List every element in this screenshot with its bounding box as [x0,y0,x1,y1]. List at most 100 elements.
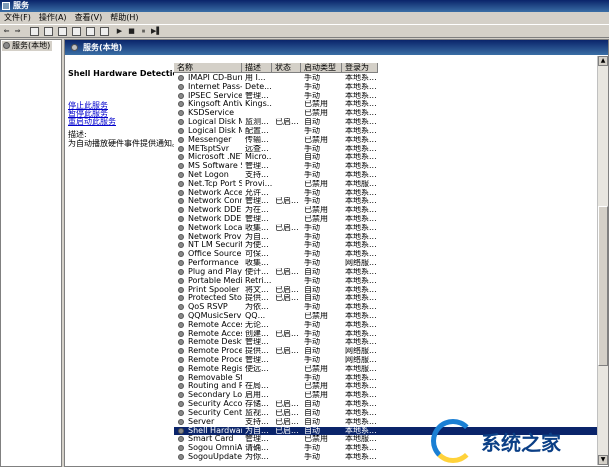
cell-name: Network Provisi... [188,232,242,241]
gear-icon [178,207,184,214]
cell-logon: 本地系... [345,232,377,241]
details-pane: 服务(本地) Shell Hardware Detection 停止此服务 暂停… [64,39,609,467]
service-row[interactable]: Plug and Play 使计... 已启... 自动 本地系... [174,268,608,277]
service-row[interactable]: Routing and Re...在局... 已禁用 本地系... [174,382,608,391]
service-row[interactable]: Performance Lo...收集... 手动 网络服... [174,259,608,268]
vertical-scrollbar[interactable]: ▲ ▼ [597,56,608,465]
cell-name: Network Access ... [188,188,242,197]
help-icon[interactable] [100,27,109,36]
cell-startup: 手动 [304,170,320,179]
service-row[interactable]: Removable Stor... 手动 本地系... [174,374,608,383]
description-text: 为自动播放硬件事件提供通知。 [68,139,180,148]
gear-icon [178,330,184,337]
cell-name: Security Accoun... [188,400,242,409]
service-row[interactable]: Remote Desktop...管理... 手动 本地系... [174,338,608,347]
cell-startup: 自动 [304,267,320,276]
cell-startup: 已禁用 [304,435,328,444]
forward-icon[interactable]: ⇒ [13,27,22,36]
service-row[interactable]: KSDService 已禁用 本地系... [174,109,608,118]
service-row[interactable]: Remote Access ...创建... 已启... 手动 本地系... [174,330,608,339]
service-row[interactable]: QoS RSVP 为依... 手动 本地系... [174,303,608,312]
cell-name: Network DDE DS... [188,215,242,223]
service-row[interactable]: Security Accoun...存储... 已启... 自动 本地系... [174,400,608,409]
tree-item-services-local[interactable]: 服务(本地) [2,41,53,51]
service-row[interactable]: NT LM Security ...为使... 手动 本地系... [174,241,608,250]
service-row[interactable]: Print Spooler 将文... 已启... 自动 本地系... [174,286,608,295]
service-row[interactable]: Secondary Logon启用... 已禁用 本地系... [174,391,608,400]
column-header-logon-as[interactable]: 登录为 [342,63,378,73]
service-rows: IMAPI CD-Burnin...用 I...手动本地系...Internet… [174,74,608,462]
service-row[interactable]: Microsoft .NET F...Micro... 自动 本地系... [174,153,608,162]
restart-service-icon[interactable]: ▶▌ [151,27,162,36]
service-row[interactable]: METsptSvr 远查... 手动 本地系... [174,145,608,154]
service-row[interactable]: Internet Pass-T...Dete... 手动 本地系... [174,83,608,92]
service-row[interactable]: Logical Disk Man...配置... 手动 本地系... [174,127,608,136]
cell-logon: 本地服... [345,179,377,188]
cell-status: 已启... [275,294,299,303]
service-row[interactable]: MS Software Sh...管理... 手动 本地系... [174,162,608,171]
pause-service-icon[interactable]: ⏸ [139,27,148,36]
service-row[interactable]: Kingsoft Antiviru...Kings... 已禁用 本地系... [174,100,608,109]
refresh-icon[interactable] [72,27,81,36]
gear-icon [178,268,184,275]
service-row[interactable]: Net Logon 支持... 手动 本地系... [174,171,608,180]
menu-action[interactable]: 操作(A) [35,12,71,24]
menu-file[interactable]: 文件(F) [0,12,35,24]
start-service-icon[interactable]: ▶ [115,27,124,36]
cell-logon: 本地系... [345,188,377,197]
cell-name: MS Software Sh... [188,162,242,171]
service-row[interactable]: QQMusicServiceQQ... 已禁用 本地系... [174,312,608,321]
service-row[interactable]: Network Access ...允许... 手动 本地系... [174,189,608,198]
cell-desc: 为你... [245,452,269,461]
column-header-startup-type[interactable]: 启动类型 [301,63,342,73]
cell-startup: 手动 [304,241,320,250]
watermark-text: 系统之家 [481,431,561,455]
back-icon[interactable]: ⇐ [2,27,11,36]
menu-help[interactable]: 帮助(H) [106,12,142,24]
service-row[interactable]: Net.Tcp Port Sh...Provi... 已禁用 本地服... [174,180,608,189]
scroll-thumb[interactable] [598,206,608,366]
cell-startup: 已禁用 [304,215,328,223]
service-row[interactable]: Logical Disk Man...监测... 已启... 自动 本地系... [174,118,608,127]
column-header-status[interactable]: 状态 [272,63,301,73]
cell-startup: 已禁用 [304,109,328,118]
service-row[interactable]: Remote Procedu...管理... 手动 网络服... [174,356,608,365]
service-row[interactable]: Network DDE DS...管理... 已禁用 本地系... [174,215,608,224]
service-row[interactable]: Network Locatio...收集... 已启... 手动 本地系... [174,224,608,233]
show-hide-tree-icon[interactable] [44,27,53,36]
service-row[interactable]: Messenger 传输... 已禁用 本地系... [174,136,608,145]
cell-startup: 已禁用 [304,206,328,215]
title-bar: 服务 [0,0,609,12]
export-list-icon[interactable] [86,27,95,36]
cell-name: SogouUpdate [188,452,242,461]
service-row[interactable]: IMAPI CD-Burnin...用 I... 手动 本地系... [174,74,608,83]
cell-name: IPSEC Services [188,91,242,100]
menu-view[interactable]: 查看(V) [71,12,107,24]
service-row[interactable]: Network Provisi...为自... 手动 本地系... [174,233,608,242]
menu-bar: 文件(F) 操作(A) 查看(V) 帮助(H) [0,12,609,24]
service-row[interactable]: Office Source E...可保... 手动 本地系... [174,250,608,259]
service-row[interactable]: Network DDE 为在... 已禁用 本地系... [174,206,608,215]
service-row[interactable]: Remote Access ...无论... 手动 本地系... [174,321,608,330]
service-row[interactable]: Remote Procedu...提供... 已启... 自动 网络服... [174,347,608,356]
service-row[interactable]: Portable Media ...Retri... 手动 本地系... [174,277,608,286]
properties-icon[interactable] [58,27,67,36]
cell-status: 已启... [275,118,299,127]
cell-logon: 本地系... [345,118,377,127]
service-row[interactable]: IPSEC Services 管理... 手动 本地系... [174,92,608,101]
cell-status: 已启... [275,417,299,426]
service-row[interactable]: Network Connec...管理... 已启... 手动 本地系... [174,197,608,206]
cell-name: Print Spooler [188,285,240,294]
up-level-icon[interactable] [30,27,39,36]
cell-startup: 自动 [304,347,320,356]
column-header-name[interactable]: 名称 [174,63,242,73]
column-header-description[interactable]: 描述 [242,63,272,73]
cell-desc: 管理... [245,215,269,223]
cell-desc: 创建... [245,329,269,338]
scroll-up-arrow-icon[interactable]: ▲ [598,56,608,66]
cell-status: 已启... [275,329,299,338]
stop-service-icon[interactable]: ■ [127,27,136,36]
service-row[interactable]: Protected Storage提供... 已启... 自动 本地系... [174,294,608,303]
service-row[interactable]: Remote Registry使远... 已禁用 本地服... [174,365,608,374]
restart-service-link[interactable]: 重启动此服务 [68,116,116,127]
